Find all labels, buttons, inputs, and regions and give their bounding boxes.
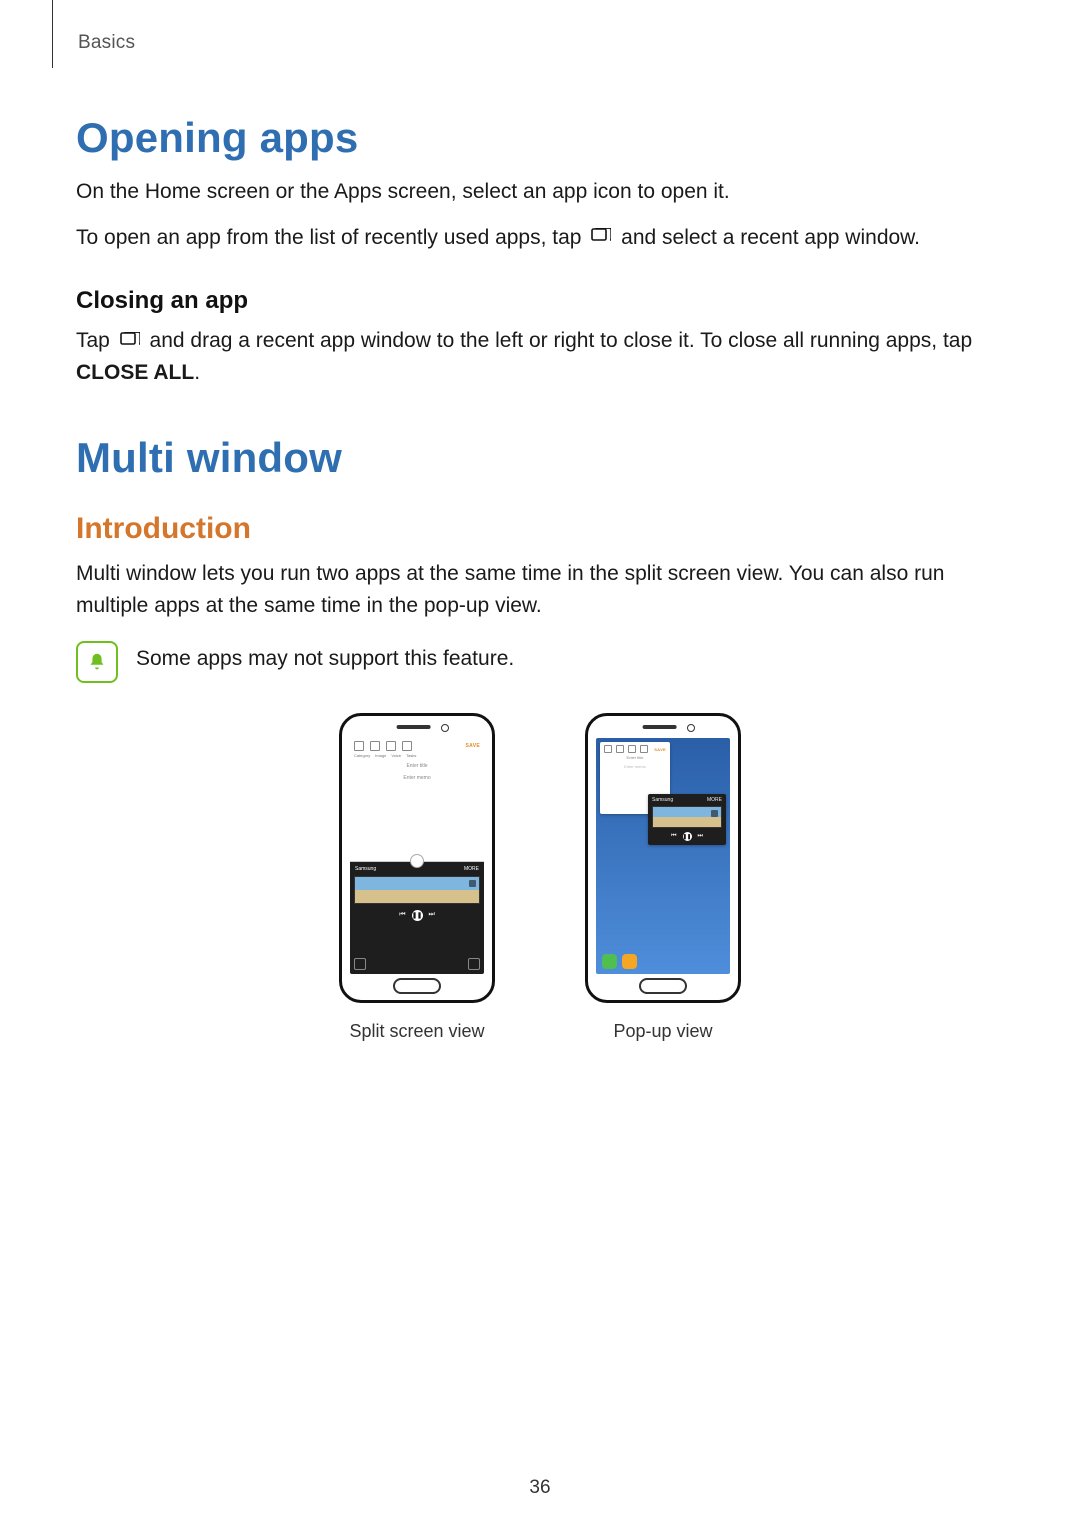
popup-icon [468, 958, 480, 970]
recents-icon [120, 332, 140, 348]
toolbar-label: Image [375, 753, 386, 758]
opening-apps-p1: On the Home screen or the Apps screen, s… [76, 176, 1004, 208]
home-screen [596, 904, 730, 974]
title-field: Enter title [604, 753, 666, 762]
phone-speaker [397, 725, 431, 729]
opening-apps-p2: To open an app from the list of recently… [76, 222, 1004, 254]
memo-field: Enter memo [350, 772, 484, 784]
note-bell-icon [76, 641, 118, 683]
multi-window-intro: Multi window lets you run two apps at th… [76, 558, 1004, 621]
voice-icon [386, 741, 396, 751]
phone-app-icon [602, 954, 617, 969]
heading-opening-apps: Opening apps [76, 114, 1004, 162]
image-icon [370, 741, 380, 751]
player-title: Samsung [652, 797, 673, 803]
title-field: Enter title [350, 760, 484, 772]
page-number: 36 [0, 1477, 1080, 1499]
popup-view-column: SAVE Enter title Enter memo Samsung MORE [585, 713, 741, 1042]
split-divider-handle [410, 854, 424, 868]
next-icon: ⏭ [429, 911, 435, 919]
note-row: Some apps may not support this feature. [76, 639, 1004, 683]
p3-text-b: and drag a recent app window to the left… [150, 329, 973, 352]
phone-popup-view: SAVE Enter title Enter memo Samsung MORE [585, 713, 741, 1003]
heading-closing-an-app: Closing an app [76, 287, 1004, 315]
pause-icon: ❚❚ [412, 910, 423, 921]
popup-player-window: Samsung MORE ⏮ ❚❚ ⏭ [648, 794, 726, 845]
breadcrumb: Basics [78, 32, 1004, 54]
manual-page: Basics Opening apps On the Home screen o… [0, 0, 1080, 1527]
p3-text-a: Tap [76, 329, 116, 352]
pause-icon: ❚❚ [683, 832, 692, 841]
p2-text-b: and select a recent app window. [621, 226, 920, 249]
close-all-label: CLOSE ALL [76, 361, 194, 384]
menu-icon [604, 745, 612, 753]
menu-icon [354, 741, 364, 751]
p2-text-a: To open an app from the list of recently… [76, 226, 587, 249]
views-row: SAVE Category Image Voice Tasks Enter ti… [76, 713, 1004, 1042]
save-button: SAVE [654, 747, 666, 752]
p3-text-c: . [194, 361, 200, 384]
popup-view-caption: Pop-up view [585, 1021, 741, 1042]
phone-camera [687, 724, 695, 732]
heading-introduction: Introduction [76, 512, 1004, 546]
fullscreen-icon [354, 958, 366, 970]
split-view-column: SAVE Category Image Voice Tasks Enter ti… [339, 713, 495, 1042]
volume-icon [711, 810, 718, 817]
toolbar-label: Voice [391, 753, 401, 758]
image-icon [616, 745, 624, 753]
phone-home-button [639, 978, 687, 994]
prev-icon: ⏮ [671, 833, 676, 840]
split-bottom-pane-player: Samsung MORE ⏮ ❚❚ ⏭ [350, 862, 484, 974]
player-title: Samsung [355, 866, 376, 872]
video-thumbnail [652, 806, 722, 828]
closing-app-p: Tap and drag a recent app window to the … [76, 325, 1004, 388]
player-more: MORE [464, 866, 479, 872]
margin-rule [52, 0, 53, 68]
toolbar-label: Tasks [406, 753, 416, 758]
volume-icon [469, 880, 476, 887]
tasks-icon [402, 741, 412, 751]
dock [596, 949, 730, 974]
memo-field: Enter memo [604, 762, 666, 771]
toolbar-label: Category [354, 753, 370, 758]
phone-home-button [393, 978, 441, 994]
video-thumbnail [354, 876, 480, 904]
player-more: MORE [707, 797, 722, 803]
note-text: Some apps may not support this feature. [136, 639, 514, 675]
prev-icon: ⏮ [399, 911, 405, 919]
contacts-app-icon [622, 954, 637, 969]
save-button: SAVE [466, 743, 480, 749]
next-icon: ⏭ [698, 833, 703, 840]
recents-icon [591, 228, 611, 244]
phone-split-view: SAVE Category Image Voice Tasks Enter ti… [339, 713, 495, 1003]
phone-speaker [643, 725, 677, 729]
split-view-caption: Split screen view [339, 1021, 495, 1042]
phone-camera [441, 724, 449, 732]
tasks-icon [640, 745, 648, 753]
voice-icon [628, 745, 636, 753]
split-top-pane-memo: SAVE Category Image Voice Tasks Enter ti… [350, 738, 484, 862]
heading-multi-window: Multi window [76, 434, 1004, 482]
